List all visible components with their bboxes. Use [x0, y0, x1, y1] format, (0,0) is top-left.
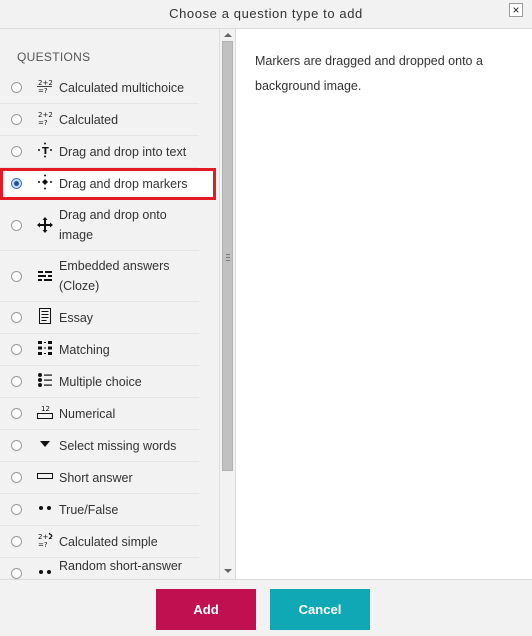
svg-text:2+2: 2+2 — [38, 79, 53, 87]
question-type-label: Short answer — [59, 471, 133, 485]
dialog-title: Choose a question type to add — [169, 6, 363, 21]
question-type-list: 2+2 =? Calculated multichoice 2+2 =? Calcu… — [0, 72, 219, 579]
question-type-label: True/False — [59, 503, 119, 517]
radio-button[interactable] — [11, 472, 22, 483]
scrollbar-thumb[interactable] — [222, 41, 233, 471]
svg-text:=?: =? — [38, 87, 48, 94]
radio-button[interactable] — [11, 271, 22, 282]
question-type-random-short-answer[interactable]: Random short-answer — [0, 558, 199, 579]
short-answer-icon — [36, 468, 54, 484]
calculated-icon: 2+2 =? — [36, 110, 54, 126]
question-type-true-false[interactable]: True/False — [0, 494, 199, 526]
grip-icon — [226, 254, 230, 263]
question-type-calculated[interactable]: 2+2 =? Calculated — [0, 104, 199, 136]
radio-button[interactable] — [11, 408, 22, 419]
add-button[interactable]: Add — [156, 589, 256, 630]
question-type-label: Matching — [59, 343, 110, 357]
scroll-down-arrow-icon[interactable] — [224, 569, 232, 573]
question-type-label: Calculated — [59, 113, 119, 127]
question-type-label: Embedded answers (Cloze) — [59, 259, 170, 293]
question-type-essay[interactable]: Essay — [0, 302, 199, 334]
question-type-label: Essay — [59, 311, 94, 325]
question-type-drag-drop-text[interactable]: T Drag and drop into text — [0, 136, 199, 168]
cloze-icon — [36, 268, 54, 284]
dialog-titlebar: Choose a question type to add × — [0, 0, 532, 29]
question-type-label: Drag and drop markers — [59, 177, 188, 191]
drag-drop-text-icon: T — [36, 142, 54, 158]
svg-text:T: T — [42, 146, 49, 157]
section-heading: QUESTIONS — [17, 50, 91, 64]
calc-simple-icon: 2+2 =? — [36, 532, 54, 548]
svg-text:=?: =? — [38, 119, 48, 126]
question-type-short-answer[interactable]: Short answer — [0, 462, 199, 494]
essay-icon — [36, 308, 54, 324]
select-missing-icon — [36, 436, 54, 452]
radio-button[interactable] — [11, 220, 22, 231]
close-button[interactable]: × — [509, 3, 523, 17]
question-type-numerical[interactable]: 12 Numerical — [0, 398, 199, 430]
question-type-matching[interactable]: Matching — [0, 334, 199, 366]
question-type-detail-pane: Markers are dragged and dropped onto a b… — [235, 29, 532, 579]
calc-multichoice-icon: 2+2 =? — [36, 78, 54, 94]
drag-drop-markers-icon — [36, 174, 54, 190]
cancel-button[interactable]: Cancel — [270, 589, 370, 630]
scroll-up-arrow-icon[interactable] — [224, 33, 232, 37]
dialog-footer: Add Cancel — [0, 579, 532, 636]
question-type-list-pane: QUESTIONS 2+2 =? Calculated multichoice 2… — [0, 29, 235, 579]
radio-button[interactable] — [11, 312, 22, 323]
radio-button[interactable] — [11, 376, 22, 387]
svg-text:12: 12 — [41, 405, 50, 413]
svg-text:=?: =? — [38, 541, 48, 548]
question-type-multiple-choice[interactable]: Multiple choice — [0, 366, 199, 398]
question-type-label: Calculated simple — [59, 535, 158, 549]
svg-text:2+2: 2+2 — [38, 111, 53, 119]
question-type-calculated-simple[interactable]: 2+2 =? Calculated simple — [0, 526, 199, 558]
question-type-drag-drop-image[interactable]: Drag and drop onto image — [0, 200, 199, 251]
radio-button[interactable] — [11, 504, 22, 515]
random-short-icon — [36, 564, 54, 579]
question-type-label: Calculated multichoice — [59, 81, 185, 95]
radio-button[interactable] — [11, 440, 22, 451]
question-type-select-missing-words[interactable]: Select missing words — [0, 430, 199, 462]
drag-drop-image-icon — [36, 217, 54, 233]
radio-button[interactable] — [11, 146, 22, 157]
question-type-drag-drop-markers[interactable]: Drag and drop markers — [0, 168, 216, 200]
question-type-label: Numerical — [59, 407, 116, 421]
question-type-description: Markers are dragged and dropped onto a b… — [255, 54, 483, 93]
question-type-label: Random short-answer — [59, 559, 182, 573]
radio-button[interactable] — [11, 344, 22, 355]
question-type-label: Drag and drop into text — [59, 145, 187, 159]
radio-button-selected[interactable] — [11, 178, 22, 189]
radio-button[interactable] — [11, 114, 22, 125]
radio-button[interactable] — [11, 536, 22, 547]
question-type-cloze[interactable]: Embedded answers (Cloze) — [0, 251, 199, 302]
question-type-label: Multiple choice — [59, 375, 142, 389]
question-type-label: Drag and drop onto image — [59, 208, 167, 242]
close-icon: × — [512, 3, 520, 17]
true-false-icon — [36, 500, 54, 516]
multiple-choice-icon — [36, 372, 54, 388]
radio-button[interactable] — [11, 568, 22, 579]
numerical-icon: 12 — [36, 404, 54, 420]
matching-icon — [36, 340, 54, 356]
question-type-label: Select missing words — [59, 439, 177, 453]
radio-button[interactable] — [11, 82, 22, 93]
question-type-calculated-multichoice[interactable]: 2+2 =? Calculated multichoice — [0, 72, 199, 104]
list-scrollbar[interactable] — [219, 29, 235, 579]
